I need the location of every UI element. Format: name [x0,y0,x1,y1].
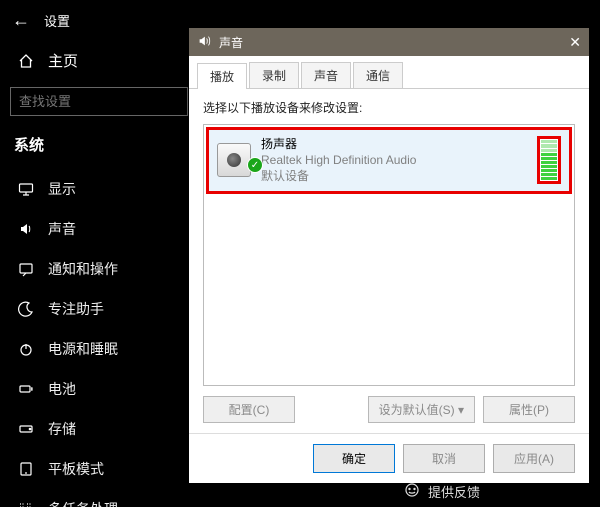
sound-dialog: 声音 ✕ 播放录制声音通信 选择以下播放设备来修改设置: ✓ 扬声器 Realt… [189,28,589,483]
tab-2[interactable]: 声音 [301,62,351,88]
focus-icon [18,301,34,317]
tab-strip: 播放录制声音通信 [189,56,589,89]
device-default: 默认设备 [261,168,527,184]
multi-icon [18,501,34,507]
storage-icon [18,421,34,437]
power-icon [18,341,34,357]
sidebar-item-label: 平板模式 [48,459,104,479]
battery-icon [18,381,34,397]
sidebar-item-label: 电源和睡眠 [48,339,118,359]
feedback-link[interactable]: 提供反馈 [404,482,480,501]
close-icon[interactable]: ✕ [569,34,581,51]
dialog-titlebar[interactable]: 声音 ✕ [189,28,589,56]
sidebar-item-multi[interactable]: 多任务处理 [0,489,600,507]
speaker-icon [197,34,211,51]
notify-icon [18,261,34,277]
device-name: 扬声器 [261,136,527,152]
feedback-icon [404,482,420,501]
ok-button[interactable]: 确定 [313,444,395,473]
sidebar-item-label: 专注助手 [48,299,104,319]
tab-3[interactable]: 通信 [353,62,403,88]
display-icon [18,181,34,197]
settings-title: 设置 [44,11,70,30]
volume-meter [537,136,561,184]
sidebar-item-label: 显示 [48,179,76,199]
device-item-speaker[interactable]: ✓ 扬声器 Realtek High Definition Audio 默认设备 [206,127,572,194]
cancel-button[interactable]: 取消 [403,444,485,473]
set-default-button[interactable]: 设为默认值(S) ▾ [368,396,475,423]
sidebar-item-label: 多任务处理 [48,499,118,507]
sidebar-item-label: 存储 [48,419,76,439]
back-arrow-icon[interactable]: ← [12,11,30,29]
instruction-text: 选择以下播放设备来修改设置: [203,99,575,116]
dialog-title: 声音 [219,34,569,51]
feedback-label: 提供反馈 [428,482,480,501]
device-subtitle: Realtek High Definition Audio [261,152,527,168]
tab-1[interactable]: 录制 [249,62,299,88]
sidebar-item-label: 声音 [48,219,76,239]
search-input[interactable] [10,87,188,116]
sidebar-item-label: 电池 [48,379,76,399]
nav-home-label: 主页 [48,50,78,71]
configure-button[interactable]: 配置(C) [203,396,295,423]
properties-button[interactable]: 属性(P) [483,396,575,423]
device-list: ✓ 扬声器 Realtek High Definition Audio 默认设备 [203,124,575,386]
device-speaker-icon [217,143,251,177]
sidebar-item-label: 通知和操作 [48,259,118,279]
sound-icon [18,221,34,237]
home-icon [18,53,34,69]
tab-0[interactable]: 播放 [197,63,247,89]
tablet-icon [18,461,34,477]
apply-button[interactable]: 应用(A) [493,444,575,473]
